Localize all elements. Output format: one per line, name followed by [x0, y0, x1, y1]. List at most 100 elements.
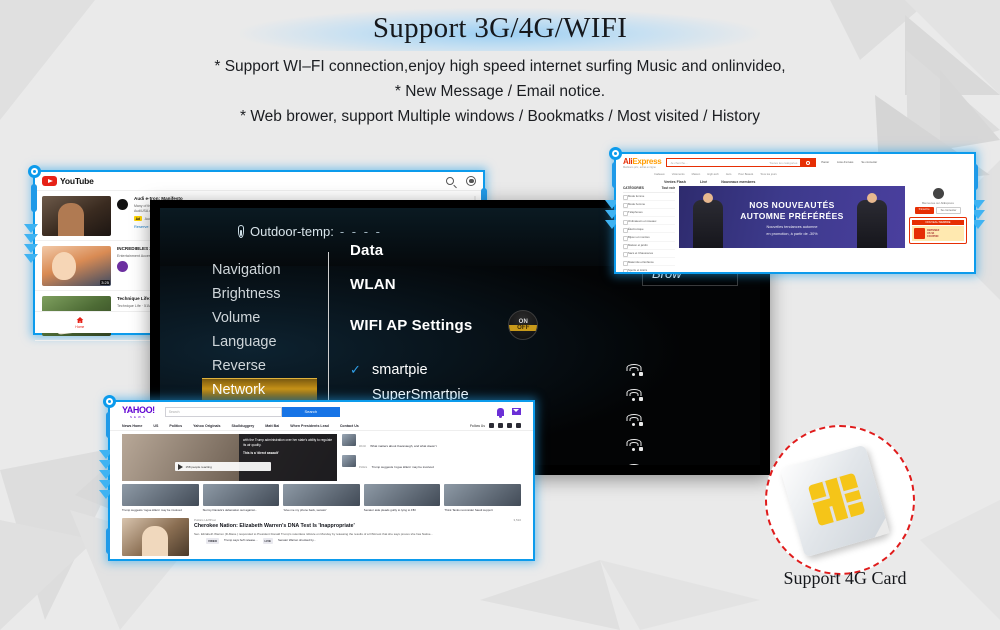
wifi-network-item[interactable]: ✓ smartpie: [350, 357, 660, 382]
sidebar-see-all[interactable]: Tout voir: [662, 186, 675, 190]
footer-badge: VIDEO: [206, 538, 219, 545]
yahoo-header: YAHOO! NEWS Search Search: [110, 402, 533, 421]
menu-item-reverse[interactable]: Reverse: [202, 354, 317, 378]
nav-us[interactable]: US: [153, 424, 158, 428]
topnav-item[interactable]: Vétements: [672, 173, 685, 176]
topnav-item[interactable]: Pour Beauté: [738, 173, 753, 176]
instagram-icon[interactable]: [516, 423, 521, 428]
category-item[interactable]: Mode homme: [623, 201, 675, 209]
search-input[interactable]: Je cherche... Toutes les catégories: [666, 158, 801, 167]
menu-item-volume[interactable]: Volume: [202, 306, 317, 330]
menu-item-language[interactable]: Language: [202, 330, 317, 354]
promo-banner[interactable]: NOS NOUVEAUTÉS AUTOMNE PRÉFÉRÉES Nouvell…: [679, 186, 905, 248]
hero-play-button[interactable]: 158 people reacting: [174, 462, 271, 472]
outdoor-temp-label: Outdoor-temp:: [250, 224, 334, 239]
category-item[interactable]: Bijoux et montres: [623, 233, 675, 242]
wifi-ap-toggle[interactable]: ON OFF: [508, 310, 539, 340]
topnav-item[interactable]: Maison: [692, 173, 701, 176]
yahoo-logo[interactable]: YAHOO! NEWS: [122, 405, 155, 419]
nav-news-home[interactable]: News Home: [122, 424, 142, 428]
register-button[interactable]: S'inscrire: [914, 207, 934, 215]
youtube-logo[interactable]: YouTube: [42, 176, 94, 186]
setting-wifi-ap[interactable]: WIFI AP Settings ON OFF: [350, 310, 660, 340]
login-button[interactable]: Se connecter: [935, 207, 962, 215]
twitter-icon[interactable]: [498, 423, 503, 428]
mail-icon[interactable]: [512, 408, 521, 415]
panel-handle-knob[interactable]: [103, 395, 116, 408]
sidebar-story[interactable]: Politics Trump suggests 'rogue killers' …: [342, 455, 521, 473]
play-icon: [177, 463, 183, 470]
search-button[interactable]: [800, 158, 817, 167]
nav-item-home[interactable]: Home: [35, 312, 125, 333]
aliexpress-search[interactable]: Je cherche... Toutes les catégories: [666, 158, 817, 167]
setting-wlan[interactable]: WLAN: [350, 276, 660, 293]
menu-item-brightness[interactable]: Brightness: [202, 282, 317, 306]
panel-handle-knob[interactable]: [28, 165, 41, 178]
panel-handle-knob[interactable]: [609, 147, 622, 160]
category-item[interactable]: Sacs et Chaussures: [623, 250, 675, 258]
tab-ventes-flash[interactable]: Ventes Flash: [664, 180, 686, 184]
menu-item-navigation[interactable]: Navigation: [202, 258, 317, 282]
footer-text-2[interactable]: Senator Warren shocked by...: [278, 538, 316, 544]
nav-when-presidents-lead[interactable]: When Presidents Lead: [290, 424, 329, 428]
video-thumbnail[interactable]: 3:25: [42, 246, 111, 286]
nav-skullduggery[interactable]: Skullduggery: [232, 424, 255, 428]
story-card[interactable]: Trump suggests 'rogue killers' may be in…: [122, 484, 199, 512]
menu-divider: [328, 252, 329, 417]
account-button[interactable]: Se connecter: [861, 161, 877, 164]
footer-badge-2: LIVE: [262, 538, 273, 545]
wishlist-button[interactable]: Liste d'envies: [837, 161, 853, 164]
hero-story[interactable]: with the Trump administration over her s…: [122, 434, 337, 481]
logo-express: Express: [632, 156, 662, 166]
tab-nouveaux-membres[interactable]: Nouveaux membres: [721, 180, 755, 184]
wifi-signal-icon: [625, 388, 643, 401]
topnav-item[interactable]: Cadeaux: [654, 173, 665, 176]
search-button[interactable]: Search: [281, 406, 340, 417]
coupon-line-3: COUPON: [927, 235, 939, 239]
banner-line-3: Nouvelles tendances automne: [766, 225, 818, 229]
nav-politics[interactable]: Politics: [169, 424, 182, 428]
story-card[interactable]: Stormy Daniels's defamation suit against…: [202, 484, 280, 512]
coupon-box[interactable]: NOUVEAU MEMBRE OBTENEZ US $4 COUPON: [909, 217, 967, 245]
category-item[interactable]: Téléphones: [623, 209, 675, 218]
account-icon[interactable]: [466, 176, 476, 186]
banner-line-4: en promotion, à partir de -30%: [766, 232, 818, 236]
menu-item-network[interactable]: Network: [202, 378, 317, 402]
nav-yahoo-originals[interactable]: Yahoo Originals: [193, 424, 220, 428]
category-item[interactable]: Électronique: [623, 225, 675, 234]
topnav-item[interactable]: High-tech: [707, 173, 719, 176]
yahoo-section: NEWS: [129, 414, 147, 419]
footer-text[interactable]: Trump says he'll release...: [224, 538, 258, 544]
search-icon[interactable]: [446, 177, 454, 185]
yahoo-page: YAHOO! NEWS Search Search News Home US P…: [110, 402, 533, 559]
nav-matt-bai[interactable]: Matt Bai: [265, 424, 279, 428]
outdoor-temp-value: - - - -: [339, 224, 382, 239]
category-item[interactable]: Mode femme: [623, 193, 675, 201]
category-item[interactable]: Maison et jardin: [623, 242, 675, 250]
category-item[interactable]: Maternité et Enfance: [623, 258, 675, 267]
youtube-brand: YouTube: [60, 176, 94, 186]
yahoo-search[interactable]: Search Search: [164, 406, 340, 417]
tab-live[interactable]: Livé: [700, 180, 707, 184]
story-card[interactable]: 'Give me my phone back, senator': [283, 484, 360, 512]
story-card[interactable]: Think Tanks reconsider Saudi support: [444, 484, 521, 512]
wifi-signal-icon: [625, 438, 643, 451]
nav-label: Home: [75, 325, 85, 329]
category-item[interactable]: Sports et loisirs: [623, 266, 675, 272]
topnav-item[interactable]: Tous les jours: [760, 173, 776, 176]
nav-contact-us[interactable]: Contact Us: [340, 424, 359, 428]
aliexpress-logo[interactable]: AliExpress Meilleurs prix, achat en lign…: [623, 156, 662, 169]
feature-line-1: * Support WI–FI connection,enjoy high sp…: [214, 58, 786, 75]
category-item[interactable]: Ordinateurs et réseaux: [623, 217, 675, 226]
category-dropdown[interactable]: Toutes les catégories: [769, 161, 797, 165]
story-card[interactable]: Senator aide pleads guilty to lying to F…: [363, 484, 441, 512]
tumblr-icon[interactable]: [489, 423, 494, 428]
bell-icon[interactable]: [497, 407, 504, 418]
cart-button[interactable]: Panier: [821, 161, 829, 164]
facebook-icon[interactable]: [507, 423, 512, 428]
sidebar-story[interactable]: World What matters about Kavanaugh, and …: [342, 434, 521, 452]
topnav-item[interactable]: Auto: [726, 173, 732, 176]
featured-article[interactable]: Politics HuffPost Cherokee Nation: Eliza…: [110, 515, 533, 556]
search-input[interactable]: Search: [164, 406, 282, 417]
video-thumbnail[interactable]: [42, 196, 111, 236]
